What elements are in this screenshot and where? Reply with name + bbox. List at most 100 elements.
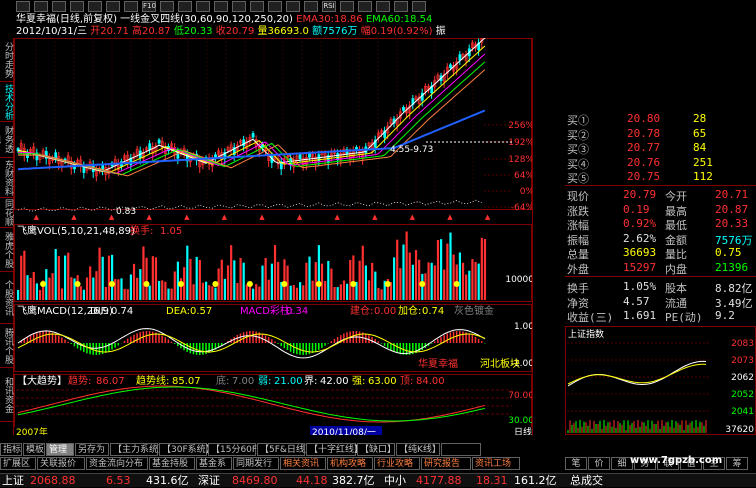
bottom-tab-indicator[interactable]: 【主力系统】 xyxy=(110,443,167,456)
bottom-tab-indicator[interactable]: 【纯K线】 xyxy=(396,443,441,456)
bottom-tab-info[interactable]: 扩展区 xyxy=(0,457,36,470)
left-tab-2[interactable]: 财务透视 xyxy=(0,122,14,158)
left-tab-7[interactable]: 腾讯个股 xyxy=(0,324,14,368)
toolbar-tool-icon[interactable] xyxy=(376,1,390,12)
bottom-tab-indicator[interactable]: 管理 xyxy=(46,443,74,456)
date-cursor-label: 2010/11/08/一 xyxy=(312,428,376,435)
bottom-tab-info[interactable]: 同期发行 xyxy=(233,457,279,470)
kline-chart[interactable]: 256% 192% 128% 64% 0% -64% ▲ ▲ ▲ ▲ ▲ ▲ ▲ ▲ ▲ ▲ ▲ ▲ ▲ 4.55-9… xyxy=(14,38,532,435)
bottom-tab-indicator[interactable]: 【5F&日线】 xyxy=(257,443,314,456)
signal-marker: ▲ xyxy=(447,213,453,221)
volume-bar xyxy=(48,277,51,300)
sz-index-label[interactable]: 深证 xyxy=(198,474,220,488)
bottom-tab-indicator[interactable]: 指标 xyxy=(0,443,22,456)
toolbar-tool-icon[interactable] xyxy=(52,1,66,12)
bottom-tab-info[interactable]: 机构攻略 xyxy=(327,457,373,470)
bottom-tab-indicator[interactable] xyxy=(441,443,481,456)
bottom-tab-indicator[interactable]: 另存为 xyxy=(75,443,109,456)
toolbar-tool-icon[interactable] xyxy=(88,1,102,12)
toolbar-tool-icon[interactable] xyxy=(196,1,210,12)
left-tab-4[interactable]: 同花顺 xyxy=(0,198,14,228)
bottom-tab-info[interactable]: 基金持股 xyxy=(149,457,195,470)
left-tab-0[interactable]: 分时走势 xyxy=(0,38,14,82)
volume-bar xyxy=(468,270,471,300)
toolbar-tool-icon[interactable] xyxy=(268,1,282,12)
indicator-title: 一线金叉四线(30,60,90,120,250,20) xyxy=(120,14,293,25)
toolbar-tool-icon[interactable] xyxy=(358,1,372,12)
left-tab-8[interactable]: 和讯资金 xyxy=(0,368,14,422)
left-tab-6[interactable]: 个股资讯 xyxy=(0,272,14,324)
toolbar-tool-icon[interactable] xyxy=(304,1,318,12)
toolbar-tool-icon[interactable] xyxy=(106,1,120,12)
toolbar-tool-icon[interactable] xyxy=(250,1,264,12)
toolbar-tool-icon[interactable] xyxy=(412,1,426,12)
chg-label: 幅 xyxy=(360,26,371,37)
bottom-tab-info[interactable]: 基金系 xyxy=(196,457,232,470)
bottom-tab-indicator[interactable]: 模板 xyxy=(23,443,45,456)
volume-marker xyxy=(74,281,81,287)
zx-index-label[interactable]: 中小 xyxy=(384,474,406,488)
volume-bar xyxy=(214,287,217,300)
toolbar-tool-icon[interactable] xyxy=(160,1,174,12)
volume-bar xyxy=(480,237,483,300)
macd-tick-top: 1.00 xyxy=(514,322,532,332)
volume-bar xyxy=(333,286,336,300)
volume-bar xyxy=(98,247,101,300)
volume-bar xyxy=(205,281,208,300)
signal-marker: ▲ xyxy=(410,213,416,221)
toolbar-tool-icon[interactable] xyxy=(232,1,246,12)
bottom-tab-info[interactable]: 研究报告 xyxy=(421,457,471,470)
candle-body xyxy=(449,64,452,68)
open-label: 开 xyxy=(90,26,101,37)
period-label[interactable]: 日线 xyxy=(514,426,532,435)
toolbar-tool-icon[interactable] xyxy=(16,1,30,12)
dif-line xyxy=(17,328,486,359)
toolbar-tool-icon[interactable] xyxy=(70,1,84,12)
left-tab-1[interactable]: 技术分析 xyxy=(0,82,14,122)
bottom-tab-indicator[interactable]: 【缺口】 xyxy=(357,443,396,456)
bottom-tab-info[interactable]: 关联报价 xyxy=(37,457,85,470)
sh-index-label[interactable]: 上证 xyxy=(2,474,24,488)
volume-bar xyxy=(371,262,374,300)
volume-bar xyxy=(164,281,167,300)
side-panel-button[interactable]: 价 xyxy=(588,457,610,470)
left-tab-5[interactable]: 雅虎个股 xyxy=(0,228,14,272)
left-tab-3[interactable]: 东财资料 xyxy=(0,158,14,198)
low-label: 低 xyxy=(173,26,184,37)
trend-signal-line xyxy=(17,386,486,422)
bottom-tab-indicator[interactable]: 【十字红线】 xyxy=(306,443,363,456)
toolbar-tool-icon[interactable] xyxy=(124,1,138,12)
side-panel-button[interactable]: 笔 xyxy=(565,457,587,470)
side-panel-button[interactable]: 筹 xyxy=(726,457,748,470)
bottom-tab-info[interactable]: 资讯工场 xyxy=(472,457,520,470)
volume-bar xyxy=(89,266,92,300)
toolbar-tool-icon[interactable]: RSI xyxy=(322,1,336,12)
close-value: 20.79 xyxy=(225,26,255,37)
bottom-tab-info[interactable]: 资金流向分布 xyxy=(86,457,148,470)
title-line: 华夏幸福(日线,前复权) 一线金叉四线(30,60,90,120,250,20)… xyxy=(16,14,432,26)
bottom-tab-indicator[interactable]: 【30F系统】 xyxy=(159,443,215,456)
toolbar-tool-icon[interactable] xyxy=(214,1,228,12)
bottom-tab-indicator[interactable]: 【15分60F】 xyxy=(208,443,266,456)
bottom-tab-info[interactable]: 行业攻略 xyxy=(374,457,420,470)
toolbar-tool-icon[interactable] xyxy=(34,1,48,12)
volume-bar xyxy=(192,284,195,300)
toolbar-tool-icon[interactable] xyxy=(178,1,192,12)
toolbar-tool-icon[interactable] xyxy=(394,1,408,12)
index-mini-chart[interactable]: 上证指数 2083 2073 2062 2052 2041 37620 xyxy=(565,326,756,435)
toolbar-tool-icon[interactable] xyxy=(286,1,300,12)
volume-bar xyxy=(436,240,440,300)
ask-volume: 251 xyxy=(693,155,713,169)
zx-index-change: 18.31 xyxy=(476,474,508,487)
volume-bar xyxy=(111,254,114,300)
date-axis-start: 2007年 xyxy=(16,426,48,435)
signal-marker: ▲ xyxy=(34,213,40,221)
toolbar-tool-icon[interactable]: F10 xyxy=(142,1,156,12)
pct-tick-label: 0% xyxy=(520,187,532,197)
signal-marker: ▲ xyxy=(109,213,115,221)
volume-bar xyxy=(101,256,104,300)
toolbar-tool-icon[interactable] xyxy=(340,1,354,12)
volume-bar xyxy=(92,277,95,300)
amount-value: 7576万 xyxy=(322,26,358,37)
bottom-tab-info[interactable]: 相关资讯 xyxy=(280,457,326,470)
